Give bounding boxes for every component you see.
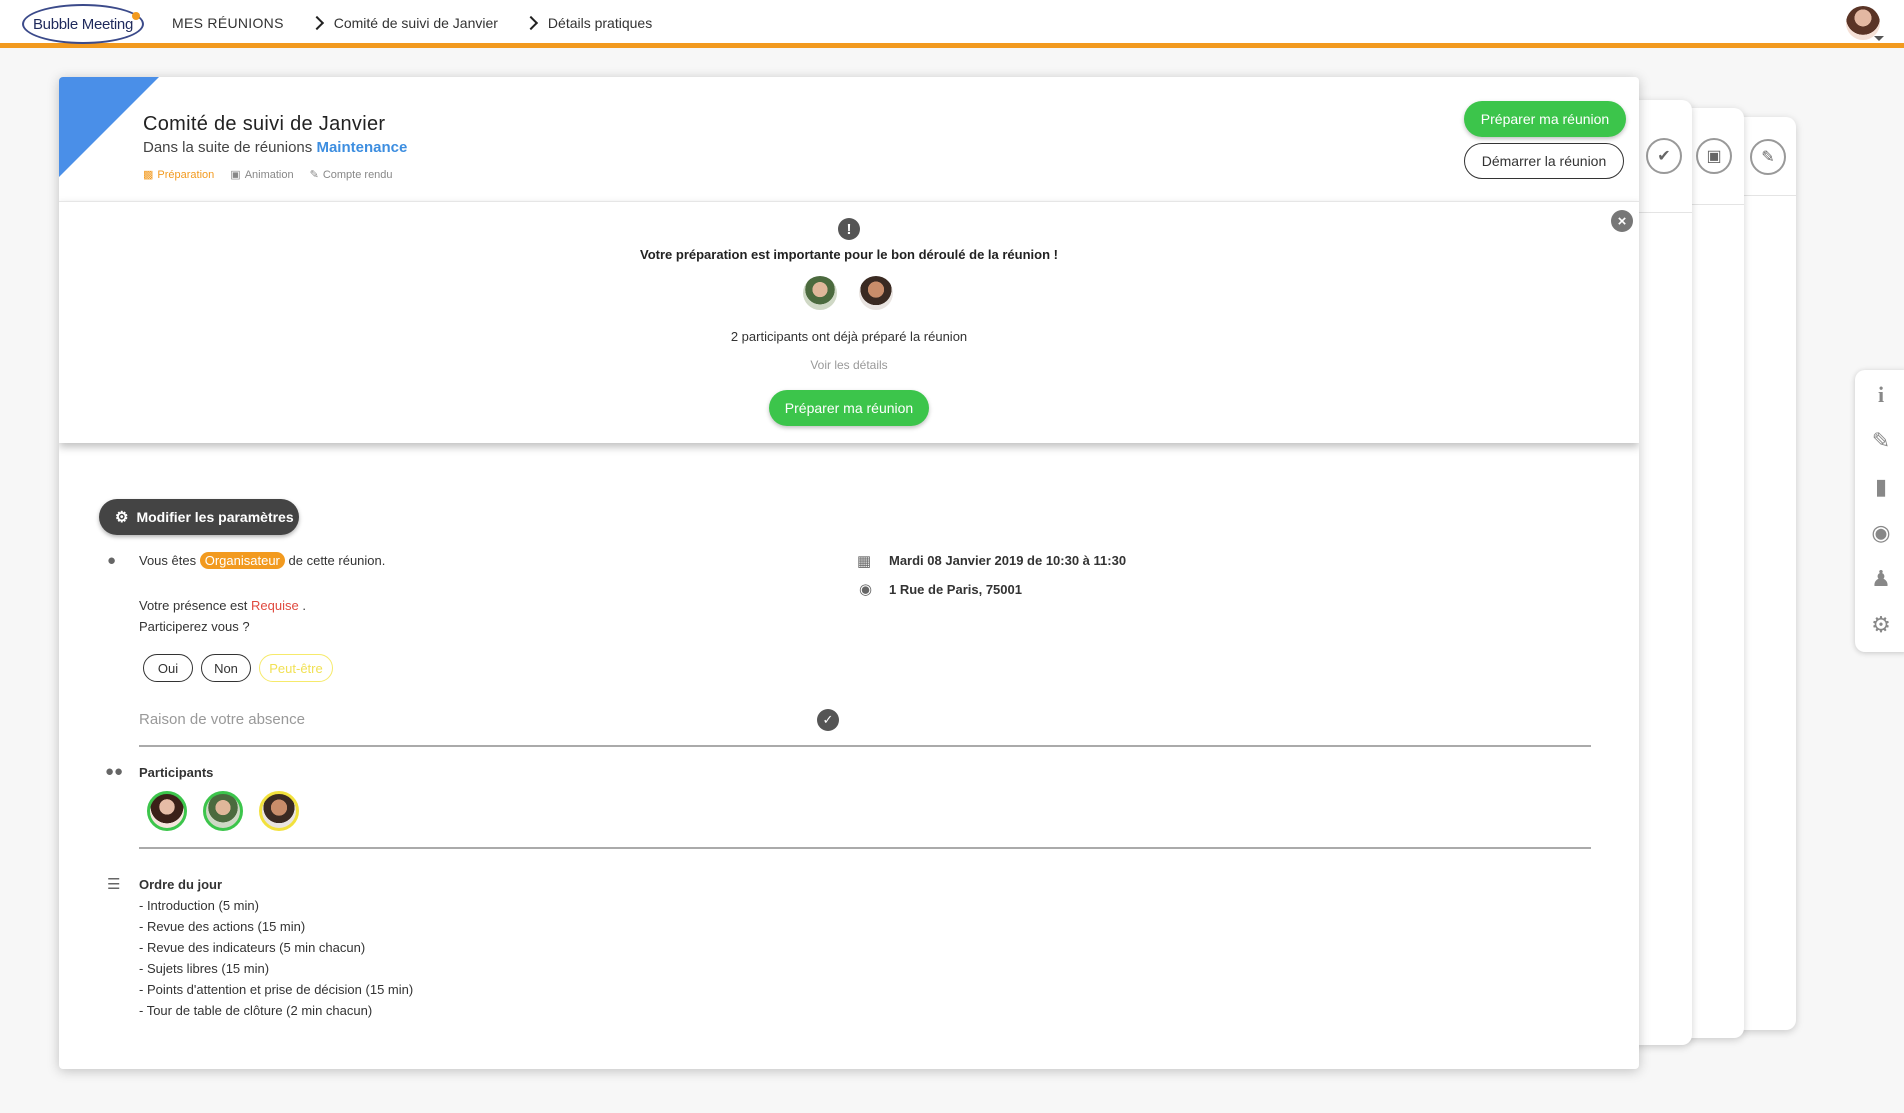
role-badge: Organisateur [199, 552, 285, 569]
agenda-item: - Sujets libres (15 min) [139, 961, 270, 976]
breadcrumb-meetings[interactable]: MES RÉUNIONS [172, 15, 284, 31]
comments-icon[interactable]: ◉ [1855, 520, 1904, 546]
prepare-meeting-button[interactable]: Préparer ma réunion [1464, 101, 1626, 137]
tab-report[interactable]: ✎ Compte rendu [309, 168, 393, 182]
logo-text: Bubble Meeting [32, 15, 134, 33]
participant-avatar[interactable] [259, 791, 299, 831]
absence-underline [139, 745, 1591, 747]
presence-prefix: Votre présence est [139, 598, 248, 613]
folder-icon[interactable]: ▮ [1855, 474, 1904, 500]
attend-no-button[interactable]: Non [201, 654, 251, 682]
users-icon[interactable]: ♟ [1855, 566, 1904, 592]
info-icon[interactable]: i [1855, 382, 1904, 408]
gear-icon[interactable]: ⚙ [1855, 612, 1904, 638]
agenda-item: - Revue des indicateurs (5 min chacun) [139, 940, 366, 955]
presence-status: Requise [251, 598, 299, 613]
edit-icon[interactable]: ✎ [1855, 428, 1904, 454]
breadcrumb-meeting[interactable]: Comité de suivi de Janvier [334, 15, 498, 31]
agenda-title: Ordre du jour [139, 877, 223, 892]
absence-reason-input[interactable]: Raison de votre absence [139, 711, 305, 728]
clipboard-icon[interactable]: ✔ [1646, 138, 1682, 174]
meeting-title: Comité de suivi de Janvier [143, 113, 386, 135]
calendar-icon: ▦ [857, 553, 872, 570]
start-meeting-button[interactable]: Démarrer la réunion [1464, 143, 1624, 179]
user-avatar[interactable] [1846, 6, 1880, 40]
report-icon: ✎ [309, 169, 319, 181]
agenda-list: - Introduction (5 min) - Revue des actio… [139, 895, 413, 1021]
close-icon[interactable]: × [1611, 210, 1633, 232]
edit-settings-button[interactable]: ⚙ Modifier les paramètres [99, 499, 299, 535]
preparation-message: Votre préparation est importante pour le… [640, 247, 1058, 262]
app-logo[interactable]: Bubble Meeting [22, 4, 144, 44]
presence-line: Votre présence est Requise . [139, 598, 306, 613]
meeting-date: Mardi 08 Janvier 2019 de 10:30 à 11:30 [889, 553, 1127, 568]
clipboard-icon: ▩ [143, 169, 154, 181]
agenda-item: - Points d'attention et prise de décisio… [139, 982, 414, 997]
attendance-question: Participerez vous ? [139, 619, 250, 634]
presentation-icon[interactable]: ▣ [1696, 138, 1732, 174]
role-line: Vous êtes Organisateur de cette réunion. [139, 552, 386, 569]
avatar[interactable] [859, 276, 893, 310]
participants-label: Participants [139, 765, 214, 780]
tab-preparation[interactable]: ▩ Préparation [143, 168, 215, 182]
avatar[interactable] [803, 276, 837, 310]
agenda-item: - Tour de table de clôture (2 min chacun… [139, 1003, 373, 1018]
meeting-card: Comité de suivi de Janvier Dans la suite… [59, 77, 1639, 1069]
breadcrumb: MES RÉUNIONS Comité de suivi de Janvier … [172, 15, 652, 31]
chevron-right-icon [309, 15, 324, 31]
phase-tabs: ▩ Préparation ▣ Animation ✎ Compte rendu [143, 168, 393, 182]
meeting-address: 1 Rue de Paris, 75001 [889, 582, 1022, 597]
right-dock: i ✎ ▮ ◉ ♟ ⚙ [1855, 370, 1904, 652]
prepared-count: 2 participants ont déjà préparé la réuni… [730, 329, 968, 344]
role-prefix: Vous êtes [139, 553, 197, 568]
caret-down-icon[interactable] [1874, 36, 1884, 41]
presence-suffix: . [302, 598, 306, 613]
meeting-suite: Dans la suite de réunions Maintenance [143, 139, 407, 156]
tab-animation[interactable]: ▣ Animation [230, 168, 294, 182]
participants-icon: ●● [105, 763, 124, 780]
attend-maybe-button[interactable]: Peut-être [259, 654, 333, 682]
list-icon: ☰ [107, 876, 121, 893]
tab-label: Compte rendu [322, 168, 393, 181]
prepare-meeting-panel-button[interactable]: Préparer ma réunion [769, 390, 929, 426]
logo-dot-icon [132, 12, 140, 20]
breadcrumb-details[interactable]: Détails pratiques [548, 15, 652, 31]
exclamation-icon: ! [838, 218, 860, 240]
preparation-panel: × ! Votre préparation est importante pou… [59, 201, 1639, 443]
agenda-item: - Introduction (5 min) [139, 898, 259, 913]
participants-divider [139, 847, 1591, 849]
gear-icon: ⚙ [115, 509, 129, 526]
settings-label: Modifier les paramètres [136, 509, 294, 525]
attend-yes-button[interactable]: Oui [143, 654, 193, 682]
suite-prefix: Dans la suite de réunions [143, 139, 313, 156]
agenda-item: - Revue des actions (15 min) [139, 919, 306, 934]
check-icon[interactable]: ✓ [817, 709, 839, 731]
prepared-participants [803, 276, 893, 310]
presentation-icon: ▣ [230, 169, 241, 181]
map-pin-icon: ◉ [859, 581, 873, 598]
suite-link[interactable]: Maintenance [316, 139, 407, 156]
details-link[interactable]: Voir les détails [59, 358, 1639, 372]
role-suffix: de cette réunion. [288, 553, 386, 568]
report-icon[interactable]: ✎ [1750, 139, 1786, 175]
tab-label: Animation [244, 168, 294, 181]
top-bar: Bubble Meeting MES RÉUNIONS Comité de su… [0, 0, 1904, 48]
user-icon: ● [107, 552, 117, 569]
participant-avatar[interactable] [147, 791, 187, 831]
chevron-right-icon [523, 15, 538, 31]
tab-label: Préparation [157, 168, 215, 181]
participant-avatar[interactable] [203, 791, 243, 831]
